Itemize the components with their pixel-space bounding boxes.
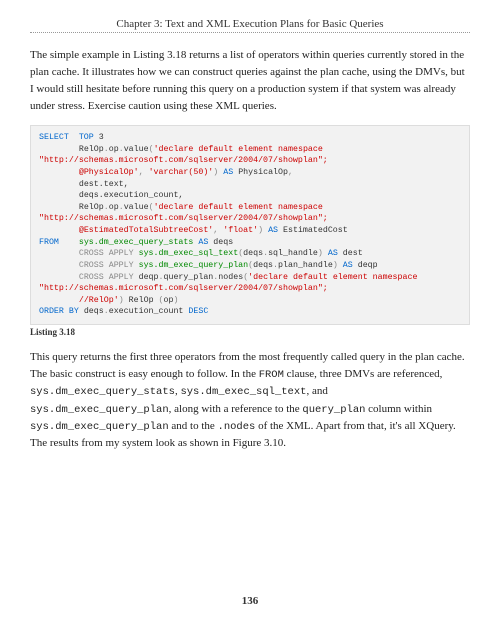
- page-number: 136: [0, 595, 500, 607]
- paragraph-1: The simple example in Listing 3.18 retur…: [30, 47, 470, 115]
- page-container: Chapter 3: Text and XML Execution Plans …: [0, 0, 500, 482]
- paragraph-2: This query returns the first three opera…: [30, 349, 470, 452]
- header-rule: [30, 32, 470, 33]
- listing-label: Listing 3.18: [30, 327, 470, 337]
- code-block: SELECT TOP 3 RelOp.op.value('declare def…: [30, 125, 470, 325]
- chapter-header: Chapter 3: Text and XML Execution Plans …: [30, 18, 470, 30]
